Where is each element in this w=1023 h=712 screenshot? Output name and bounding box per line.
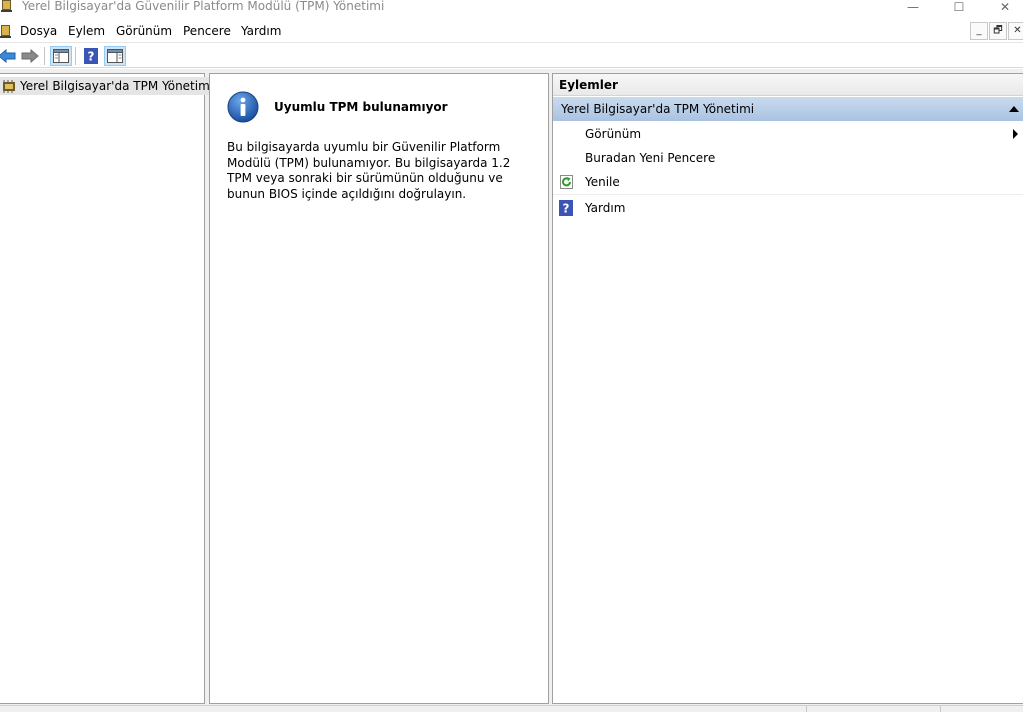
info-icon [227, 91, 259, 123]
actions-pane: Eylemler Yerel Bilgisayar'da TPM Yönetim… [552, 73, 1023, 704]
collapse-up-icon[interactable] [1009, 106, 1019, 112]
menu-bar: Dosya Eylem Görünüm Pencere Yardım _ 🗗 ✕ [0, 19, 1023, 43]
child-close-button[interactable]: ✕ [1008, 22, 1023, 40]
menu-dosya[interactable]: Dosya [18, 19, 59, 43]
help-icon: ? [559, 200, 575, 216]
toolbar-separator [75, 47, 76, 65]
status-divider [940, 706, 941, 712]
back-icon [0, 49, 16, 63]
action-pane-icon [107, 49, 123, 63]
title-bar: Yerel Bilgisayar'da Güvenilir Platform M… [0, 0, 1023, 19]
action-refresh[interactable]: Yenile [553, 170, 1023, 195]
actions-section-tpm[interactable]: Yerel Bilgisayar'da TPM Yönetimi [553, 97, 1023, 121]
show-console-tree-button[interactable] [50, 46, 72, 66]
child-minimize-button[interactable]: _ [970, 22, 988, 40]
back-button[interactable] [0, 46, 18, 66]
tree-item-label: Yerel Bilgisayar'da TPM Yönetimi [20, 79, 214, 93]
menu-yardim[interactable]: Yardım [239, 19, 283, 43]
action-label: Yardım [585, 201, 626, 215]
help-icon: ? [84, 48, 98, 64]
tree-item-tpm-management[interactable]: Yerel Bilgisayar'da TPM Yönetimi [0, 77, 217, 95]
work-area: Yerel Bilgisayar'da TPM Yönetimi Uyumlu … [0, 69, 1023, 705]
action-help[interactable]: ? Yardım [553, 196, 1023, 220]
action-label: Buradan Yeni Pencere [585, 151, 716, 165]
actions-section-label: Yerel Bilgisayar'da TPM Yönetimi [561, 102, 755, 116]
tpm-app-icon [0, 0, 16, 12]
action-label: Yenile [585, 175, 620, 189]
menu-gorunum[interactable]: Görünüm [114, 19, 174, 43]
refresh-icon [559, 174, 575, 190]
menu-eylem[interactable]: Eylem [66, 19, 107, 43]
tpm-chip-icon [0, 78, 18, 94]
child-restore-button[interactable]: 🗗 [989, 22, 1007, 40]
message-title: Uyumlu TPM bulunamıyor [274, 100, 448, 114]
console-tree-icon [53, 49, 69, 63]
document-icon[interactable] [0, 23, 12, 39]
action-view[interactable]: Görünüm [553, 122, 1023, 146]
window-title: Yerel Bilgisayar'da Güvenilir Platform M… [22, 0, 385, 13]
action-new-window[interactable]: Buradan Yeni Pencere [553, 146, 1023, 170]
show-action-pane-button[interactable] [104, 46, 126, 66]
forward-button[interactable] [19, 46, 41, 66]
content-pane: Uyumlu TPM bulunamıyor Bu bilgisayarda u… [209, 73, 549, 704]
action-label: Görünüm [585, 127, 642, 141]
status-bar [0, 705, 1023, 712]
mmc-window: Yerel Bilgisayar'da Güvenilir Platform M… [0, 0, 1023, 712]
forward-icon [21, 49, 39, 63]
close-button[interactable]: ✕ [990, 0, 1020, 14]
maximize-button[interactable]: ☐ [944, 0, 974, 14]
menu-pencere[interactable]: Pencere [181, 19, 233, 43]
toolbar-separator [44, 47, 45, 65]
console-tree-pane: Yerel Bilgisayar'da TPM Yönetimi [0, 73, 217, 704]
actions-header: Eylemler [553, 74, 1023, 96]
submenu-arrow-icon [1013, 129, 1018, 139]
svg-text:?: ? [563, 202, 570, 216]
status-divider [806, 706, 807, 712]
svg-text:?: ? [88, 50, 95, 64]
toolbar: ? [0, 44, 1023, 68]
minimize-button[interactable]: — [898, 0, 928, 14]
help-button[interactable]: ? [80, 46, 102, 66]
message-body: Bu bilgisayarda uyumlu bir Güvenilir Pla… [227, 140, 511, 201]
